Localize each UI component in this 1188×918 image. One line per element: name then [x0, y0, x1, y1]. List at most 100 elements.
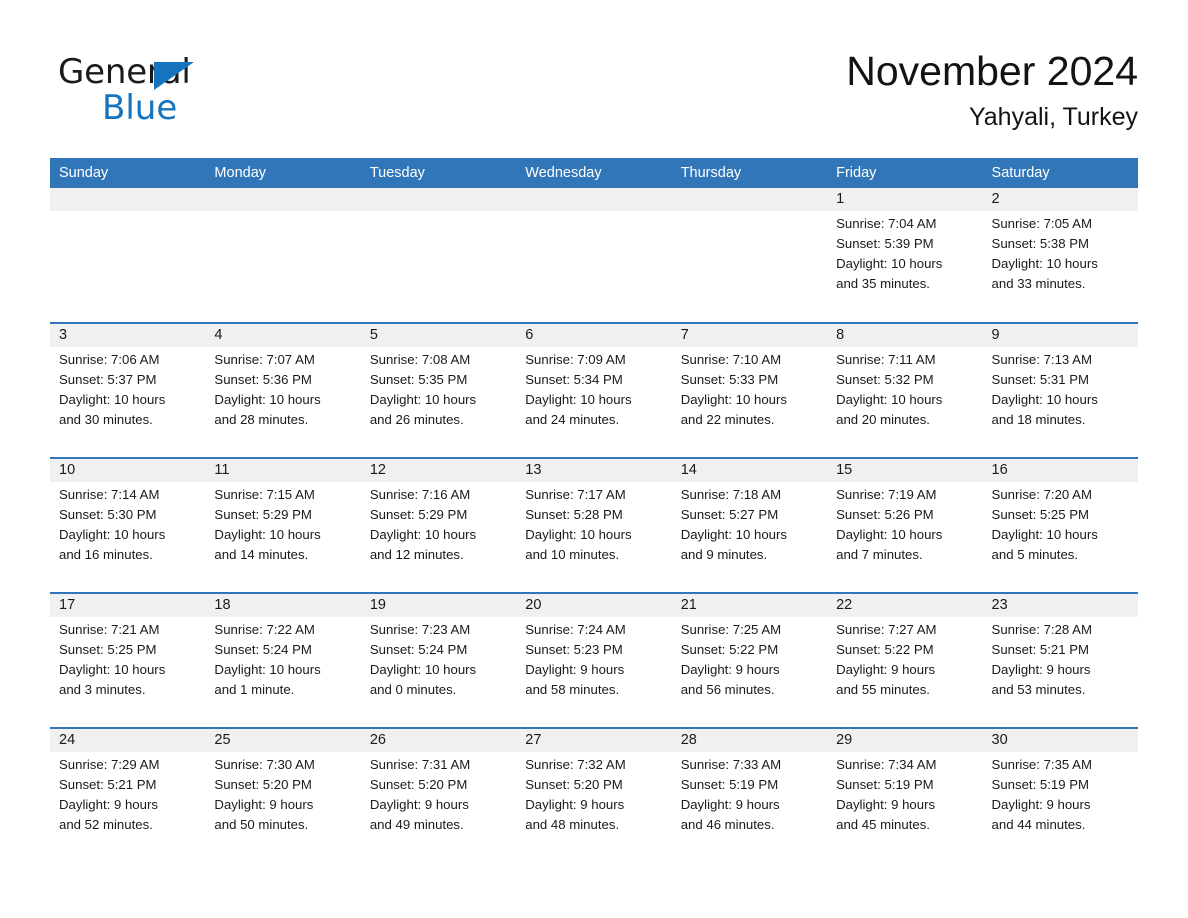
daylight-text-line1: Daylight: 10 hours — [214, 392, 321, 407]
day-details: Sunrise: 7:09 AM Sunset: 5:34 PM Dayligh… — [525, 350, 663, 430]
day-cell[interactable]: 27 Sunrise: 7:32 AM Sunset: 5:20 PM Dayl… — [516, 729, 671, 835]
day-cell[interactable]: 30 Sunrise: 7:35 AM Sunset: 5:19 PM Dayl… — [983, 729, 1138, 835]
day-cell[interactable]: 25 Sunrise: 7:30 AM Sunset: 5:20 PM Dayl… — [205, 729, 360, 835]
day-number: 29 — [836, 732, 853, 748]
day-cell[interactable]: 18 Sunrise: 7:22 AM Sunset: 5:24 PM Dayl… — [205, 594, 360, 700]
daylight-text-line1: Daylight: 10 hours — [991, 527, 1098, 542]
daylight-text-line1: Daylight: 10 hours — [836, 527, 943, 542]
daylight-text-line2: and 9 minutes. — [680, 547, 768, 562]
day-cell[interactable]: 22 Sunrise: 7:27 AM Sunset: 5:22 PM Dayl… — [827, 594, 982, 700]
sunrise-text: Sunrise: 7:16 AM — [369, 487, 471, 502]
day-number: 30 — [991, 732, 1008, 748]
sunset-text: Sunset: 5:23 PM — [525, 642, 623, 657]
day-number: 6 — [525, 327, 534, 343]
daylight-text-line1: Daylight: 10 hours — [525, 392, 632, 407]
day-cell[interactable]: 9 Sunrise: 7:13 AM Sunset: 5:31 PM Dayli… — [983, 324, 1138, 430]
week-row: 10 Sunrise: 7:14 AM Sunset: 5:30 PM Dayl… — [50, 457, 1138, 592]
day-cell[interactable]: 6 Sunrise: 7:09 AM Sunset: 5:34 PM Dayli… — [516, 324, 671, 430]
sunset-text: Sunset: 5:24 PM — [369, 642, 468, 657]
day-cell[interactable]: 15 Sunrise: 7:19 AM Sunset: 5:26 PM Dayl… — [827, 459, 982, 565]
day-details: Sunrise: 7:33 AM Sunset: 5:19 PM Dayligh… — [681, 755, 819, 835]
day-cell[interactable]: 3 Sunrise: 7:06 AM Sunset: 5:37 PM Dayli… — [50, 324, 205, 430]
sunrise-text: Sunrise: 7:14 AM — [59, 487, 160, 502]
sunrise-text: Sunrise: 7:19 AM — [836, 487, 937, 502]
daylight-text-line1: Daylight: 10 hours — [59, 527, 166, 542]
daylight-text-line1: Daylight: 10 hours — [680, 527, 787, 542]
day-cell[interactable]: 24 Sunrise: 7:29 AM Sunset: 5:21 PM Dayl… — [50, 729, 205, 835]
day-details: Sunrise: 7:04 AM Sunset: 5:39 PM Dayligh… — [836, 214, 974, 294]
daylight-text-line1: Daylight: 9 hours — [369, 797, 469, 812]
day-cell[interactable]: 13 Sunrise: 7:17 AM Sunset: 5:28 PM Dayl… — [516, 459, 671, 565]
day-cell[interactable]: 16 Sunrise: 7:20 AM Sunset: 5:25 PM Dayl… — [983, 459, 1138, 565]
daylight-text-line2: and 14 minutes. — [214, 547, 309, 562]
daylight-text-line2: and 50 minutes. — [214, 817, 309, 832]
daylight-text-line2: and 44 minutes. — [991, 817, 1086, 832]
day-details: Sunrise: 7:13 AM Sunset: 5:31 PM Dayligh… — [992, 350, 1130, 430]
sunrise-text: Sunrise: 7:23 AM — [369, 622, 471, 637]
day-cell[interactable]: 20 Sunrise: 7:24 AM Sunset: 5:23 PM Dayl… — [516, 594, 671, 700]
day-details: Sunrise: 7:14 AM Sunset: 5:30 PM Dayligh… — [59, 485, 197, 565]
day-number: 17 — [59, 597, 76, 613]
sunrise-text: Sunrise: 7:33 AM — [680, 757, 782, 772]
daylight-text-line2: and 49 minutes. — [369, 817, 464, 832]
sunset-text: Sunset: 5:20 PM — [214, 777, 312, 792]
daylight-text-line1: Daylight: 10 hours — [214, 662, 321, 677]
day-cell[interactable]: 14 Sunrise: 7:18 AM Sunset: 5:27 PM Dayl… — [672, 459, 827, 565]
title-block: November 2024 Yahyali, Turkey — [846, 47, 1138, 132]
day-details: Sunrise: 7:16 AM Sunset: 5:29 PM Dayligh… — [370, 485, 508, 565]
day-details: Sunrise: 7:06 AM Sunset: 5:37 PM Dayligh… — [59, 350, 197, 430]
day-cell[interactable]: 7 Sunrise: 7:10 AM Sunset: 5:33 PM Dayli… — [672, 324, 827, 430]
sunrise-text: Sunrise: 7:06 AM — [59, 352, 160, 367]
weekday-header-wednesday: Wednesday — [525, 165, 602, 181]
day-cell[interactable]: 28 Sunrise: 7:33 AM Sunset: 5:19 PM Dayl… — [672, 729, 827, 835]
day-number: 4 — [214, 327, 223, 343]
weekday-header-tuesday: Tuesday — [369, 165, 425, 181]
daylight-text-line2: and 5 minutes. — [991, 547, 1079, 562]
sunrise-text: Sunrise: 7:31 AM — [369, 757, 471, 772]
sunrise-text: Sunrise: 7:21 AM — [59, 622, 160, 637]
day-cell[interactable]: 8 Sunrise: 7:11 AM Sunset: 5:32 PM Dayli… — [827, 324, 982, 430]
day-cell[interactable]: 1 Sunrise: 7:04 AM Sunset: 5:39 PM Dayli… — [827, 188, 982, 294]
daylight-text-line2: and 24 minutes. — [525, 412, 620, 427]
sunset-text: Sunset: 5:21 PM — [59, 777, 157, 792]
day-details: Sunrise: 7:21 AM Sunset: 5:25 PM Dayligh… — [59, 620, 197, 700]
day-cell[interactable]: 29 Sunrise: 7:34 AM Sunset: 5:19 PM Dayl… — [827, 729, 982, 835]
daylight-text-line2: and 33 minutes. — [991, 276, 1086, 291]
sunset-text: Sunset: 5:32 PM — [836, 372, 934, 387]
sunset-text: Sunset: 5:19 PM — [680, 777, 779, 792]
daylight-text-line1: Daylight: 10 hours — [59, 662, 166, 677]
sunrise-text: Sunrise: 7:10 AM — [680, 352, 782, 367]
sunrise-text: Sunrise: 7:32 AM — [525, 757, 626, 772]
daylight-text-line2: and 16 minutes. — [59, 547, 153, 562]
sunrise-text: Sunrise: 7:24 AM — [525, 622, 626, 637]
day-cell[interactable]: 23 Sunrise: 7:28 AM Sunset: 5:21 PM Dayl… — [983, 594, 1138, 700]
sunrise-text: Sunrise: 7:08 AM — [369, 352, 471, 367]
day-cell[interactable]: 5 Sunrise: 7:08 AM Sunset: 5:35 PM Dayli… — [361, 324, 516, 430]
sunset-text: Sunset: 5:26 PM — [836, 507, 934, 522]
day-number: 10 — [59, 462, 76, 478]
day-number: 15 — [836, 462, 853, 478]
day-cell[interactable]: 21 Sunrise: 7:25 AM Sunset: 5:22 PM Dayl… — [672, 594, 827, 700]
day-details: Sunrise: 7:20 AM Sunset: 5:25 PM Dayligh… — [992, 485, 1130, 565]
day-cell[interactable]: 19 Sunrise: 7:23 AM Sunset: 5:24 PM Dayl… — [361, 594, 516, 700]
weekday-header-monday: Monday — [214, 165, 267, 181]
weekday-header-thursday: Thursday — [680, 165, 742, 181]
day-cell — [205, 188, 360, 294]
sunrise-text: Sunrise: 7:05 AM — [991, 216, 1092, 231]
day-details: Sunrise: 7:10 AM Sunset: 5:33 PM Dayligh… — [681, 350, 819, 430]
day-details: Sunrise: 7:11 AM Sunset: 5:32 PM Dayligh… — [836, 350, 974, 430]
sunset-text: Sunset: 5:22 PM — [680, 642, 779, 657]
day-cell[interactable]: 17 Sunrise: 7:21 AM Sunset: 5:25 PM Dayl… — [50, 594, 205, 700]
day-cell[interactable]: 10 Sunrise: 7:14 AM Sunset: 5:30 PM Dayl… — [50, 459, 205, 565]
day-details: Sunrise: 7:32 AM Sunset: 5:20 PM Dayligh… — [525, 755, 663, 835]
calendar-page: General Blue November 2024 Yahyali, Turk… — [0, 0, 1188, 918]
day-cell[interactable]: 26 Sunrise: 7:31 AM Sunset: 5:20 PM Dayl… — [361, 729, 516, 835]
day-cell[interactable]: 4 Sunrise: 7:07 AM Sunset: 5:36 PM Dayli… — [205, 324, 360, 430]
generalblue-logo[interactable]: General Blue — [58, 52, 298, 128]
day-cell[interactable]: 12 Sunrise: 7:16 AM Sunset: 5:29 PM Dayl… — [361, 459, 516, 565]
day-cell[interactable]: 2 Sunrise: 7:05 AM Sunset: 5:38 PM Dayli… — [983, 188, 1138, 294]
sunset-text: Sunset: 5:20 PM — [525, 777, 623, 792]
day-number: 7 — [680, 327, 689, 343]
day-cell[interactable]: 11 Sunrise: 7:15 AM Sunset: 5:29 PM Dayl… — [205, 459, 360, 565]
daylight-text-line1: Daylight: 9 hours — [991, 662, 1091, 677]
